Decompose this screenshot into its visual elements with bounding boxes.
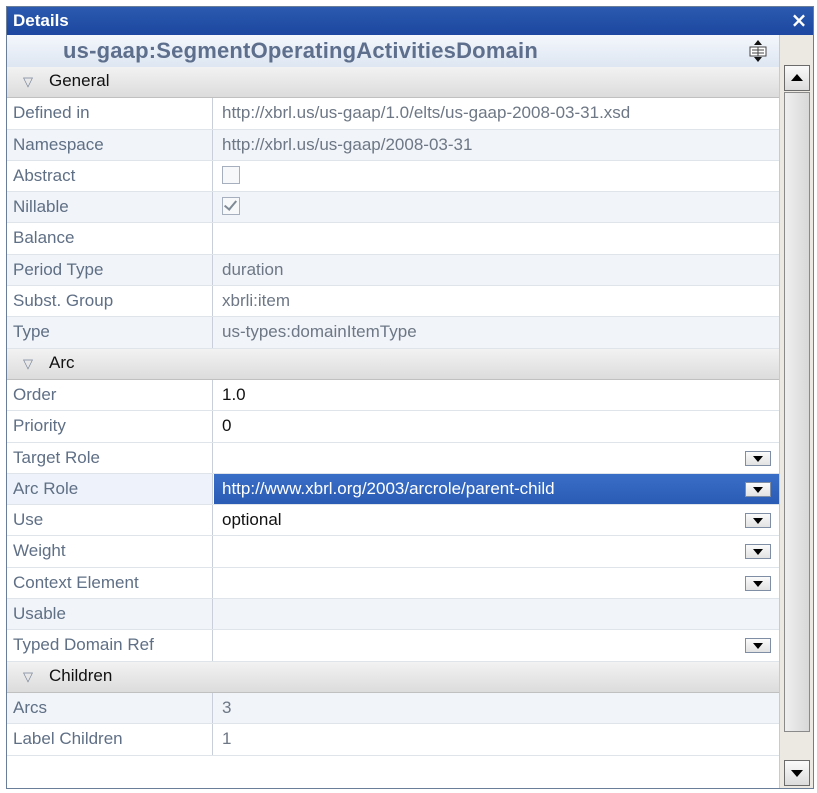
group-arc[interactable]: ▽ Arc bbox=[7, 348, 779, 380]
property-nillable[interactable]: Nillable bbox=[7, 192, 779, 224]
group-label: Children bbox=[49, 665, 113, 685]
property-value bbox=[214, 599, 779, 629]
property-label: Balance bbox=[7, 223, 213, 254]
property-label: Arcs bbox=[7, 692, 213, 724]
title-bar: Details × bbox=[7, 7, 813, 35]
property-label: Usable bbox=[7, 599, 213, 630]
arc-role-select[interactable]: http://www.xbrl.org/2003/arcrole/parent-… bbox=[214, 473, 779, 505]
property-label: Order bbox=[7, 379, 213, 411]
dropdown-arrow-icon[interactable] bbox=[745, 575, 771, 591]
expand-collapse-icon[interactable] bbox=[747, 39, 769, 63]
property-defined-in[interactable]: Defined in http://xbrl.us/us-gaap/1.0/el… bbox=[7, 98, 779, 130]
close-icon[interactable]: × bbox=[789, 8, 809, 32]
property-label: Typed Domain Ref bbox=[7, 630, 213, 661]
property-value: us-types:domainItemType bbox=[222, 322, 417, 342]
property-arcs[interactable]: Arcs 3 bbox=[7, 692, 779, 725]
element-header: us-gaap:SegmentOperatingActivitiesDomain bbox=[7, 35, 779, 68]
property-use[interactable]: Use optional bbox=[7, 505, 779, 537]
property-weight[interactable]: Weight bbox=[7, 536, 779, 568]
property-value: http://xbrl.us/us-gaap/1.0/elts/us-gaap-… bbox=[222, 103, 631, 123]
element-name: us-gaap:SegmentOperatingActivitiesDomain bbox=[63, 38, 538, 63]
property-value: duration bbox=[222, 259, 284, 279]
property-value: 3 bbox=[222, 697, 232, 717]
dropdown-arrow-icon[interactable] bbox=[745, 513, 771, 529]
target-role-select[interactable] bbox=[214, 443, 779, 473]
property-label: Subst. Group bbox=[7, 286, 213, 317]
scrollbar-thumb[interactable] bbox=[784, 92, 810, 732]
property-arc-role[interactable]: Arc Role http://www.xbrl.org/2003/arcrol… bbox=[7, 473, 779, 506]
property-balance[interactable]: Balance bbox=[7, 223, 779, 255]
property-label: Nillable bbox=[7, 192, 213, 223]
property-label: Arc Role bbox=[7, 473, 213, 505]
property-usable[interactable]: Usable bbox=[7, 599, 779, 631]
property-label: Weight bbox=[7, 536, 213, 567]
property-order[interactable]: Order 1.0 bbox=[7, 379, 779, 412]
property-label: Namespace bbox=[7, 129, 213, 160]
property-period-type[interactable]: Period Type duration bbox=[7, 254, 779, 287]
property-label-children[interactable]: Label Children 1 bbox=[7, 724, 779, 756]
property-type[interactable]: Type us-types:domainItemType bbox=[7, 317, 779, 349]
property-label: Type bbox=[7, 317, 213, 348]
dropdown-arrow-icon[interactable] bbox=[745, 481, 771, 497]
property-namespace[interactable]: Namespace http://xbrl.us/us-gaap/2008-03… bbox=[7, 129, 779, 161]
details-panel: Details × us-gaap:SegmentOperatingActivi… bbox=[6, 6, 814, 789]
group-children[interactable]: ▽ Children bbox=[7, 661, 779, 693]
property-typed-domain-ref[interactable]: Typed Domain Ref bbox=[7, 630, 779, 662]
property-label: Priority bbox=[7, 411, 213, 442]
window-title: Details bbox=[13, 11, 69, 30]
priority-input[interactable]: 0 bbox=[214, 411, 779, 441]
property-priority[interactable]: Priority 0 bbox=[7, 411, 779, 443]
group-general[interactable]: ▽ General bbox=[7, 67, 779, 99]
typed-domain-ref-select[interactable] bbox=[214, 630, 779, 660]
property-grid: ▽ General Defined in http://xbrl.us/us-g… bbox=[7, 67, 779, 756]
order-input[interactable]: 1.0 bbox=[214, 380, 779, 410]
property-abstract[interactable]: Abstract bbox=[7, 160, 779, 193]
context-element-select[interactable] bbox=[214, 568, 779, 598]
dropdown-arrow-icon[interactable] bbox=[745, 544, 771, 560]
property-target-role[interactable]: Target Role bbox=[7, 442, 779, 474]
group-label: General bbox=[49, 71, 110, 90]
dropdown-arrow-icon[interactable] bbox=[745, 450, 771, 466]
property-subst-group[interactable]: Subst. Group xbrli:item bbox=[7, 286, 779, 318]
property-label: Target Role bbox=[7, 442, 213, 473]
scroll-up-icon[interactable] bbox=[784, 65, 810, 91]
triangle-down-icon: ▽ bbox=[23, 668, 33, 684]
triangle-down-icon: ▽ bbox=[23, 355, 33, 371]
property-label: Period Type bbox=[7, 254, 213, 286]
property-label: Use bbox=[7, 505, 213, 536]
triangle-down-icon: ▽ bbox=[23, 74, 33, 89]
nillable-checkbox[interactable] bbox=[222, 197, 240, 216]
property-label: Label Children bbox=[7, 724, 213, 755]
vertical-scrollbar[interactable] bbox=[779, 35, 813, 788]
abstract-checkbox[interactable] bbox=[222, 165, 240, 184]
scroll-down-icon[interactable] bbox=[784, 760, 810, 786]
property-label: Context Element bbox=[7, 567, 213, 599]
dropdown-arrow-icon[interactable] bbox=[745, 638, 771, 654]
weight-select[interactable] bbox=[214, 536, 779, 566]
property-label: Defined in bbox=[7, 98, 213, 129]
property-value: http://xbrl.us/us-gaap/2008-03-31 bbox=[222, 134, 473, 154]
use-select[interactable]: optional bbox=[214, 505, 779, 535]
property-context-element[interactable]: Context Element bbox=[7, 567, 779, 600]
property-value: xbrli:item bbox=[222, 291, 291, 311]
group-label: Arc bbox=[49, 352, 75, 372]
property-label: Abstract bbox=[7, 160, 213, 192]
property-value bbox=[214, 223, 779, 253]
property-value: 1 bbox=[222, 729, 232, 749]
